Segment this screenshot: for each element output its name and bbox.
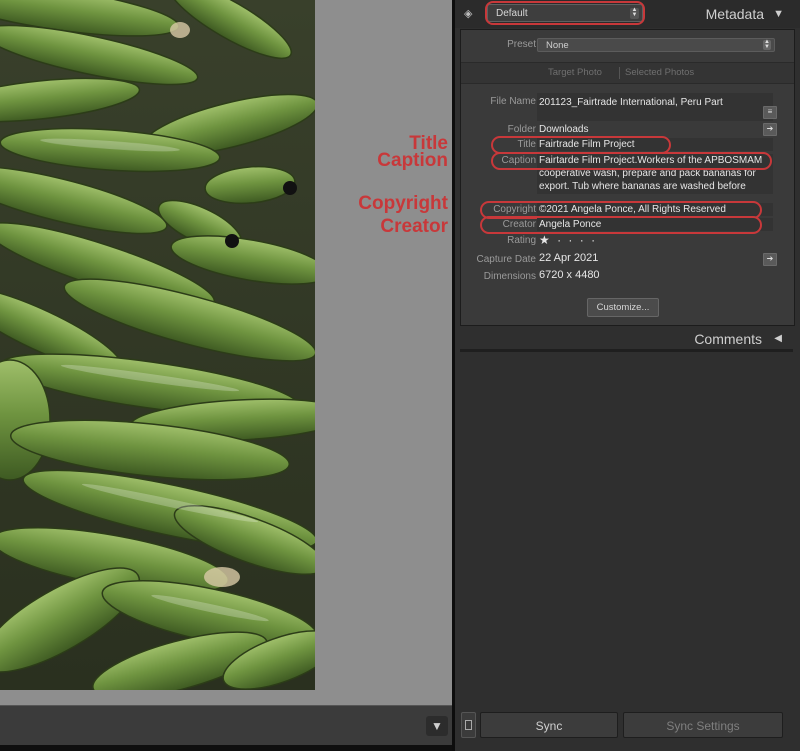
dimensions-value: 6720 x 4480 xyxy=(539,269,600,281)
collapse-triangle-icon[interactable]: ▼ xyxy=(773,8,784,20)
target-bar: Target Photo Selected Photos xyxy=(461,62,794,84)
folder-value: Downloads xyxy=(539,124,589,135)
spinner-icon: ▲ ▼ xyxy=(630,7,639,19)
title-label: Title xyxy=(517,139,536,150)
caption-line-1: Fairtarde Film Project.Workers of the AP… xyxy=(539,155,763,166)
customize-button[interactable]: Customize... xyxy=(587,298,659,317)
preset-select[interactable]: None ▲ ▼ xyxy=(537,38,775,52)
arrow-right-icon[interactable]: ➔ xyxy=(763,253,777,266)
capture-date-label: Capture Date xyxy=(476,254,536,265)
creator-value: Angela Ponce xyxy=(539,219,602,230)
sync-toggle-switch[interactable] xyxy=(461,712,476,738)
title-value: Fairtrade Film Project xyxy=(539,139,635,150)
list-icon[interactable]: ≡ xyxy=(763,106,777,119)
metadata-view-value: Default xyxy=(496,8,528,19)
sync-button[interactable]: Sync xyxy=(480,712,618,738)
comments-header[interactable]: Comments ◀ xyxy=(455,328,800,350)
caption-line-2: cooperative wash, prepare and pack banan… xyxy=(539,168,756,179)
rating-label: Rating xyxy=(507,235,536,246)
annotation-copyright: Copyright xyxy=(358,193,448,214)
file-name-label: File Name xyxy=(490,96,536,107)
preset-label: Preset xyxy=(507,39,536,50)
dimensions-label: Dimensions xyxy=(483,271,536,282)
copyright-label: Copyright xyxy=(493,204,536,215)
selected-photos-tab[interactable]: Selected Photos xyxy=(625,67,694,78)
metadata-box: Preset None ▲ ▼ Target Photo Selected Pho… xyxy=(460,29,795,326)
capture-date-value: 22 Apr 2021 xyxy=(539,252,599,264)
copyright-value: ©2021 Angela Ponce, All Rights Reserved xyxy=(539,204,726,215)
rating-stars[interactable]: ★ · · · · xyxy=(539,234,597,247)
metadata-view-select[interactable]: Default ▲ ▼ xyxy=(487,4,643,22)
comments-divider xyxy=(460,349,793,352)
chevron-down-icon[interactable]: ▼ xyxy=(426,716,448,736)
creator-label: Creator xyxy=(502,219,536,230)
preset-value: None xyxy=(546,40,569,51)
banana-photo-image xyxy=(0,0,315,690)
eye-icon[interactable]: ◈ xyxy=(464,7,472,20)
caption-line-3: export. Tub where bananas are washed bef… xyxy=(539,181,746,192)
spinner-icon: ▲ ▼ xyxy=(763,39,771,50)
switch-icon xyxy=(465,720,472,730)
filmstrip-toolbar: ▼ xyxy=(0,705,452,746)
comments-title[interactable]: Comments xyxy=(694,331,762,347)
right-panel: ◈ Default ▲ ▼ Metadata ▼ Preset None ▲ ▼ T… xyxy=(455,0,800,751)
target-photo-tab[interactable]: Target Photo xyxy=(548,67,602,78)
sync-settings-button[interactable]: Sync Settings xyxy=(623,712,783,738)
annotation-caption: Caption xyxy=(377,150,448,171)
annotation-creator: Creator xyxy=(380,216,448,237)
caption-label: Caption xyxy=(501,155,536,166)
sync-bar: Sync Sync Settings xyxy=(455,708,800,745)
folder-label: Folder xyxy=(507,124,536,135)
divider xyxy=(619,67,620,79)
photo-stage: Title Caption Copyright Creator xyxy=(0,0,452,705)
expand-triangle-icon[interactable]: ◀ xyxy=(774,333,782,344)
banana-photo[interactable] xyxy=(0,0,315,690)
panel-title[interactable]: Metadata xyxy=(706,6,764,22)
arrow-right-icon[interactable]: ➔ xyxy=(763,123,777,136)
metadata-header: ◈ Default ▲ ▼ Metadata ▼ xyxy=(455,0,800,28)
file-name-value: 201123_Fairtrade International, Peru Par… xyxy=(539,97,723,108)
